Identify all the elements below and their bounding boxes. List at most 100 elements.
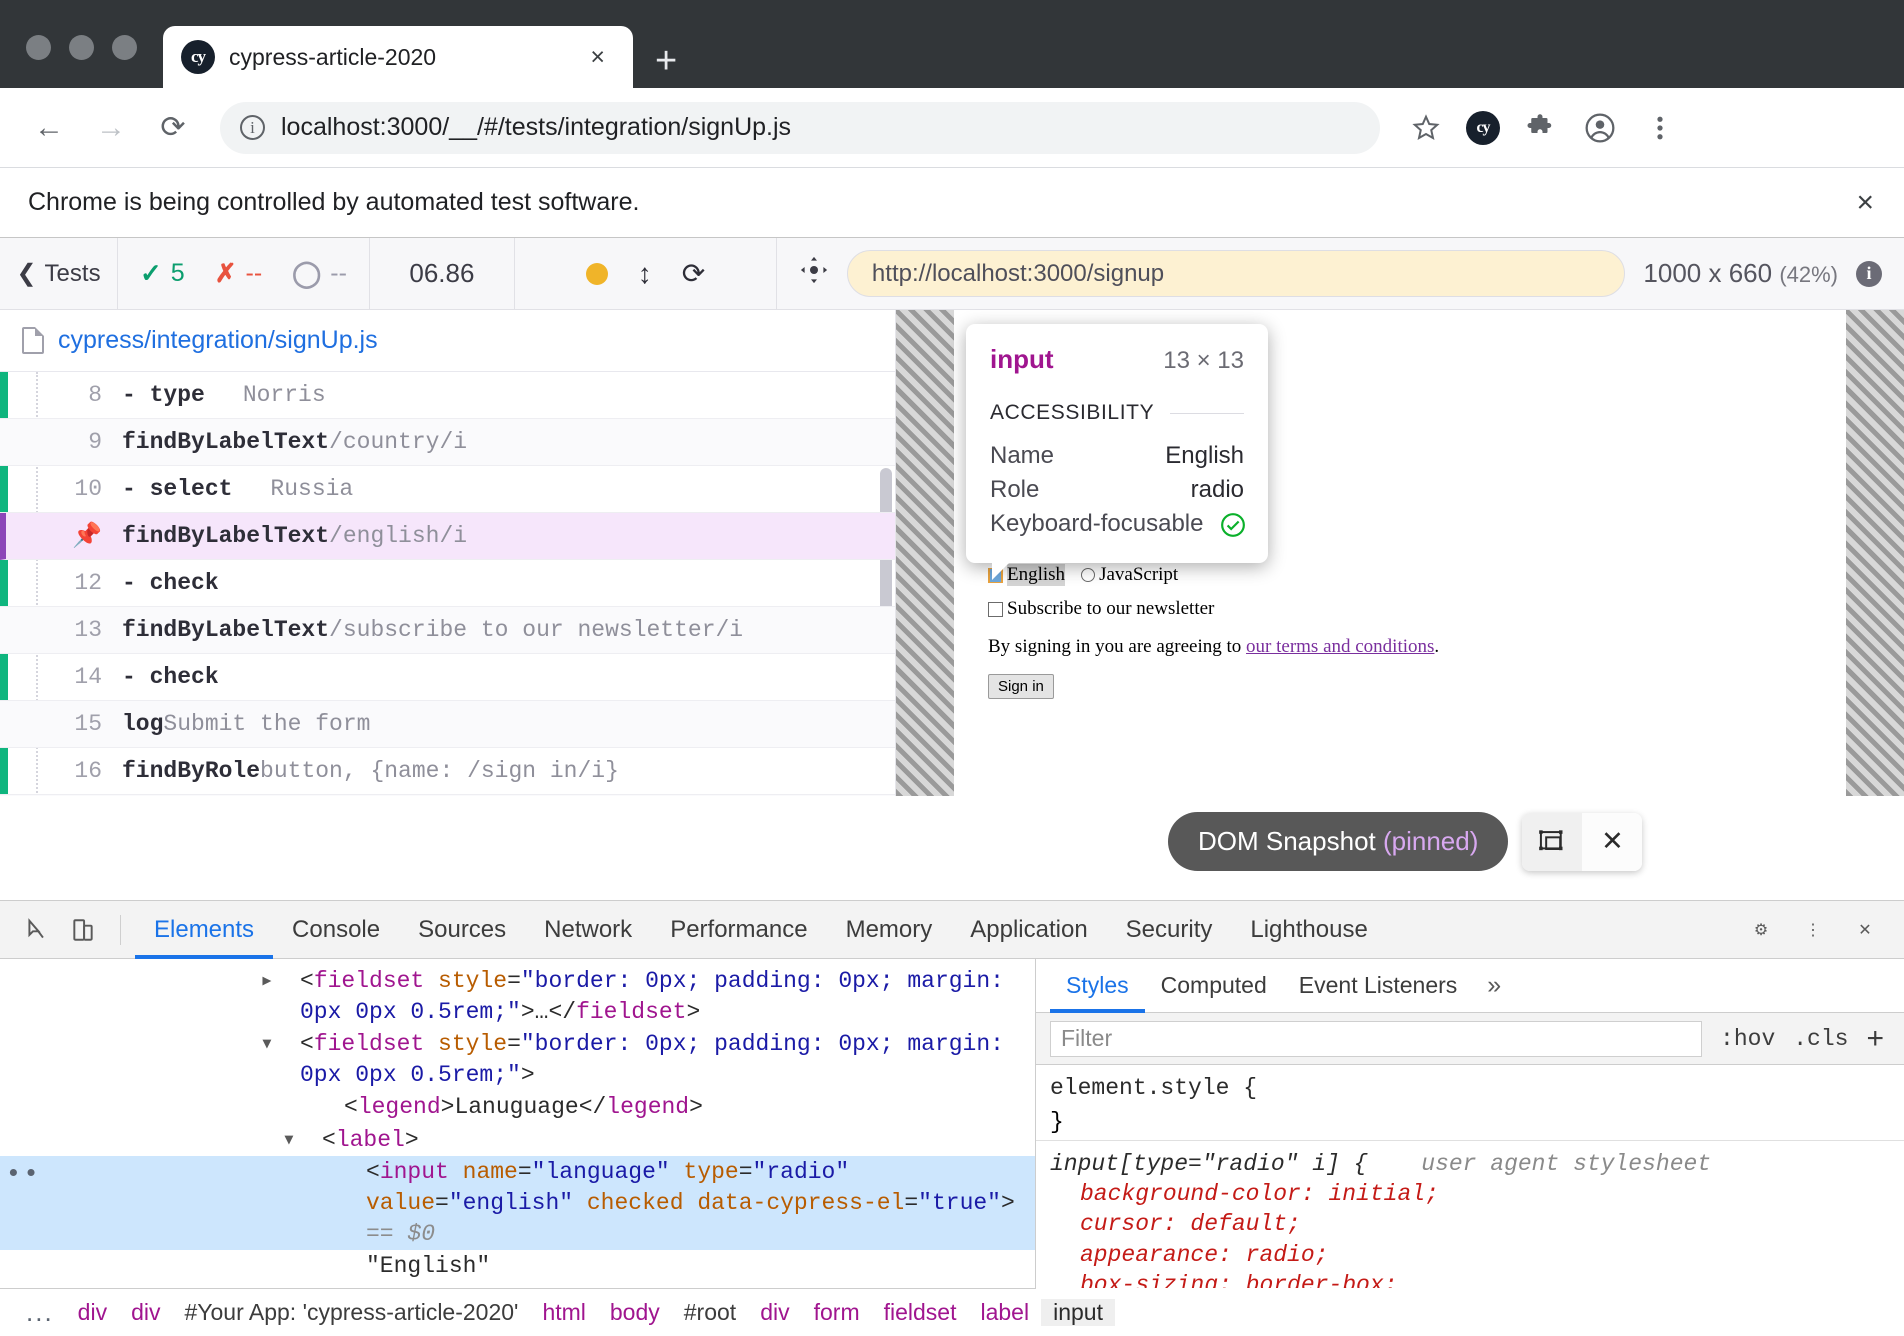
bookmark-star-icon[interactable] bbox=[1406, 108, 1446, 148]
close-tab-icon[interactable]: × bbox=[580, 41, 615, 74]
node-menu-icon[interactable]: ••• bbox=[8, 1157, 41, 1192]
newsletter-checkbox[interactable] bbox=[988, 602, 1003, 617]
sign-in-button[interactable]: Sign in bbox=[988, 674, 1054, 699]
viewport-info-icon[interactable]: i bbox=[1856, 261, 1882, 287]
address-bar[interactable]: i localhost:3000/__/#/tests/integration/… bbox=[220, 102, 1380, 154]
dom-tree-node[interactable]: ▾<label> bbox=[0, 1124, 1035, 1157]
breadcrumb-item[interactable]: label bbox=[968, 1299, 1041, 1326]
maximize-window-button[interactable] bbox=[112, 35, 137, 60]
breadcrumb-item[interactable]: fieldset bbox=[872, 1299, 969, 1326]
dom-tree-node[interactable]: ▾<fieldset style="border: 0px; padding: … bbox=[0, 1028, 1035, 1091]
hover-state-toggle[interactable]: :hov bbox=[1720, 1026, 1775, 1052]
device-toolbar-icon[interactable] bbox=[60, 907, 106, 953]
radio-english-label[interactable]: English bbox=[1007, 564, 1065, 586]
dom-tree-node[interactable]: <legend>Lanuguage</legend> bbox=[0, 1091, 1035, 1124]
site-info-icon[interactable]: i bbox=[240, 115, 265, 140]
chrome-menu-icon[interactable] bbox=[1640, 108, 1680, 148]
command-log-row[interactable]: 14- check bbox=[0, 654, 895, 701]
css-declaration[interactable]: cursor: default; bbox=[1050, 1209, 1890, 1239]
close-devtools-icon[interactable]: ✕ bbox=[1842, 907, 1888, 953]
class-toggle[interactable]: .cls bbox=[1793, 1026, 1848, 1052]
terms-link[interactable]: our terms and conditions bbox=[1246, 636, 1434, 657]
new-tab-button[interactable]: + bbox=[655, 42, 677, 80]
toggle-highlights-icon[interactable] bbox=[1522, 813, 1582, 871]
pause-indicator-icon[interactable] bbox=[586, 263, 608, 285]
css-declaration[interactable]: background-color: initial; bbox=[1050, 1179, 1890, 1209]
breadcrumb-item[interactable]: ... bbox=[14, 1297, 66, 1328]
dom-tree-pane[interactable]: ▸<fieldset style="border: 0px; padding: … bbox=[0, 959, 1036, 1288]
tab-lighthouse[interactable]: Lighthouse bbox=[1231, 901, 1386, 959]
tab-elements[interactable]: Elements bbox=[135, 901, 273, 959]
browser-tab[interactable]: cy cypress-article-2020 × bbox=[163, 26, 633, 88]
selector-playground-icon[interactable] bbox=[799, 255, 829, 292]
tab-performance[interactable]: Performance bbox=[651, 901, 826, 959]
breadcrumb-item[interactable]: input bbox=[1041, 1299, 1115, 1326]
breadcrumb-item[interactable]: div bbox=[66, 1299, 119, 1326]
resize-vertical-icon[interactable]: ↕ bbox=[638, 258, 652, 290]
styles-tab-event-listeners[interactable]: Event Listeners bbox=[1283, 959, 1474, 1013]
command-log-row[interactable]: 8- typeNorris bbox=[0, 372, 895, 419]
breadcrumb-item[interactable]: html bbox=[530, 1299, 597, 1326]
breadcrumb-item[interactable]: div bbox=[748, 1299, 801, 1326]
radio-javascript-label[interactable]: JavaScript bbox=[1099, 564, 1178, 586]
radio-javascript-icon[interactable] bbox=[1081, 568, 1095, 582]
devtools-menu-icon[interactable]: ⋮ bbox=[1790, 907, 1836, 953]
dom-tree-node[interactable]: "English" bbox=[0, 1250, 1035, 1283]
dom-token: "language" bbox=[532, 1159, 670, 1185]
rerun-tests-icon[interactable]: ⟳ bbox=[682, 257, 705, 290]
breadcrumb-item[interactable]: #Your App: 'cypress-article-2020' bbox=[172, 1299, 530, 1326]
tab-network[interactable]: Network bbox=[525, 901, 651, 959]
back-icon[interactable]: ← bbox=[22, 101, 76, 155]
breadcrumb-item[interactable]: #root bbox=[672, 1299, 748, 1326]
breadcrumb-item[interactable]: div bbox=[119, 1299, 172, 1326]
breadcrumb[interactable]: ...divdiv#Your App: 'cypress-article-202… bbox=[0, 1288, 1036, 1336]
reload-icon[interactable]: ⟳ bbox=[146, 101, 200, 155]
styles-tab-computed[interactable]: Computed bbox=[1145, 959, 1283, 1013]
dom-tree-node[interactable]: •••<input name="language" type="radio" v… bbox=[0, 1156, 1035, 1250]
cypress-extension-icon[interactable]: cy bbox=[1466, 111, 1500, 145]
breadcrumb-item[interactable]: form bbox=[802, 1299, 872, 1326]
back-to-tests-button[interactable]: ❮ Tests bbox=[0, 238, 118, 309]
command-log-row[interactable]: 15logSubmit the form bbox=[0, 701, 895, 748]
dom-tree-node[interactable]: </label> bbox=[0, 1283, 1035, 1288]
unpin-snapshot-icon[interactable]: ✕ bbox=[1582, 813, 1642, 871]
preview-url-field[interactable]: http://localhost:3000/signup bbox=[847, 250, 1625, 297]
command-log-row[interactable]: 9findByLabelText/country/i bbox=[0, 419, 895, 466]
dom-tree-node[interactable]: ▸<fieldset style="border: 0px; padding: … bbox=[0, 965, 1035, 1028]
window-controls[interactable] bbox=[0, 35, 137, 88]
disclosure-triangle-icon[interactable]: ▾ bbox=[302, 1125, 322, 1156]
command-list[interactable]: 8- typeNorris9findByLabelText/country/i1… bbox=[0, 372, 895, 796]
newsletter-label[interactable]: Subscribe to our newsletter bbox=[1007, 598, 1214, 620]
close-infobar-icon[interactable]: × bbox=[1856, 186, 1874, 220]
styles-tab-styles[interactable]: Styles bbox=[1050, 959, 1145, 1013]
command-log-row[interactable]: 📌findByLabelText/english/i bbox=[0, 513, 895, 560]
command-log-row[interactable]: 13findByLabelText/subscribe to our newsl… bbox=[0, 607, 895, 654]
disclosure-triangle-icon[interactable]: ▾ bbox=[280, 1029, 300, 1060]
tab-memory[interactable]: Memory bbox=[827, 901, 952, 959]
command-log-row[interactable]: 10- selectRussia bbox=[0, 466, 895, 513]
command-log-row[interactable]: 17- click bbox=[0, 795, 895, 796]
gear-icon[interactable]: ⚙ bbox=[1738, 907, 1784, 953]
close-window-button[interactable] bbox=[26, 35, 51, 60]
tab-sources[interactable]: Sources bbox=[399, 901, 525, 959]
forward-icon[interactable]: → bbox=[84, 101, 138, 155]
spec-file-name[interactable]: cypress/integration/signUp.js bbox=[58, 326, 378, 355]
breadcrumb-item[interactable]: body bbox=[598, 1299, 672, 1326]
tab-console[interactable]: Console bbox=[273, 901, 399, 959]
inspect-element-icon[interactable] bbox=[14, 907, 60, 953]
spec-file-header[interactable]: cypress/integration/signUp.js bbox=[0, 310, 895, 372]
css-declaration[interactable]: appearance: radio; bbox=[1050, 1240, 1890, 1270]
more-styles-tabs-icon[interactable]: » bbox=[1473, 971, 1515, 1000]
tab-security[interactable]: Security bbox=[1107, 901, 1232, 959]
profile-avatar-icon[interactable] bbox=[1580, 108, 1620, 148]
styles-rules[interactable]: element.style { } input[type="radio" i] … bbox=[1036, 1065, 1904, 1288]
tab-application[interactable]: Application bbox=[951, 901, 1106, 959]
command-log-row[interactable]: 12- check bbox=[0, 560, 895, 607]
extensions-puzzle-icon[interactable] bbox=[1520, 108, 1560, 148]
minimize-window-button[interactable] bbox=[69, 35, 94, 60]
command-log-row[interactable]: 16findByRolebutton, {name: /sign in/i} bbox=[0, 748, 895, 795]
styles-filter-input[interactable]: Filter bbox=[1050, 1021, 1702, 1057]
disclosure-triangle-icon[interactable]: ▸ bbox=[280, 966, 300, 997]
css-declaration[interactable]: box-sizing: border-box; bbox=[1050, 1270, 1890, 1288]
new-style-rule-button[interactable]: + bbox=[1866, 1022, 1890, 1056]
